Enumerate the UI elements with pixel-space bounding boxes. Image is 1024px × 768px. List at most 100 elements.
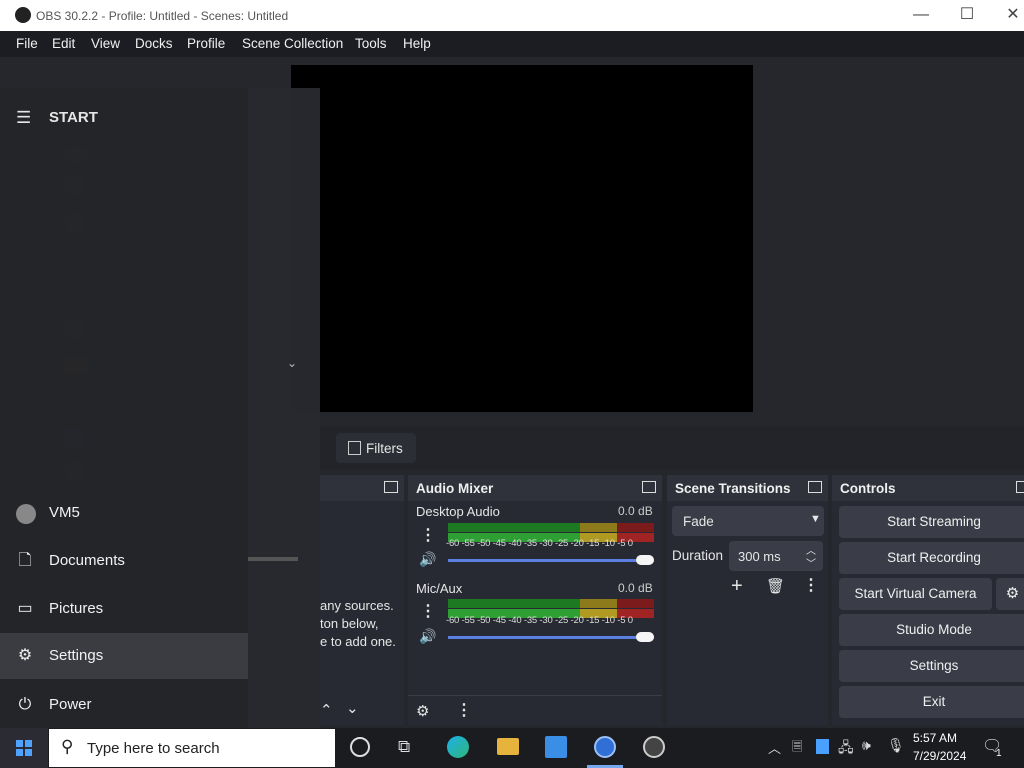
start-streaming-button[interactable]: Start Streaming bbox=[839, 506, 1024, 538]
chevron-down-icon: ▼ bbox=[810, 513, 821, 525]
sources-hint-3: e to add one. bbox=[320, 634, 396, 649]
start-menu-nav: ☰ START VM5 🗋 Documents ▭ Pictures ⚙ Set… bbox=[0, 88, 248, 728]
mixer-menu-icon[interactable]: ⋮ bbox=[456, 700, 472, 720]
clock-time[interactable]: 5:57 AM bbox=[913, 731, 957, 745]
store-icon[interactable] bbox=[545, 736, 567, 758]
speaker-icon[interactable]: 🔊 bbox=[419, 628, 436, 645]
obs-logo-icon bbox=[15, 7, 31, 23]
channel-name: Desktop Audio bbox=[416, 504, 500, 519]
obs-taskbar-icon[interactable] bbox=[643, 736, 665, 758]
menu-help[interactable]: Help bbox=[403, 36, 431, 51]
start-user[interactable]: VM5 bbox=[0, 490, 248, 536]
minimize-button[interactable]: — bbox=[898, 4, 944, 26]
channel-level: 0.0 dB bbox=[618, 504, 653, 518]
edge-icon[interactable] bbox=[447, 736, 469, 758]
show-hidden-icons-chevron-icon[interactable]: ︿ bbox=[768, 738, 781, 757]
move-down-icon[interactable]: ⌄ bbox=[346, 699, 359, 717]
virtual-camera-settings-gear-icon[interactable]: ⚙ bbox=[996, 578, 1024, 610]
microphone-icon[interactable]: 🎙 bbox=[887, 737, 905, 754]
menu-view[interactable]: View bbox=[91, 36, 120, 51]
meter-bar bbox=[448, 523, 654, 532]
power-icon: ⏻ bbox=[18, 696, 32, 713]
task-view-icon[interactable]: ⧉ bbox=[398, 737, 410, 757]
start-virtual-camera-button[interactable]: Start Virtual Camera bbox=[839, 578, 992, 610]
transition-menu-icon[interactable]: ⋮ bbox=[803, 575, 819, 595]
settings-button[interactable]: Settings bbox=[839, 650, 1024, 682]
volume-slider-knob[interactable] bbox=[636, 555, 654, 565]
cortana-icon[interactable] bbox=[350, 737, 370, 757]
undock-icon[interactable] bbox=[1016, 481, 1024, 493]
menu-profile[interactable]: Profile bbox=[187, 36, 225, 51]
file-explorer-icon[interactable] bbox=[497, 738, 519, 755]
advanced-audio-gear-icon[interactable]: ⚙ bbox=[416, 702, 429, 720]
chrome-icon[interactable] bbox=[594, 736, 616, 758]
duration-value: 300 ms bbox=[738, 549, 781, 564]
menu-file[interactable]: File bbox=[16, 36, 38, 51]
menu-docks[interactable]: Docks bbox=[135, 36, 173, 51]
divider bbox=[408, 695, 662, 696]
start-item-label: Documents bbox=[49, 552, 125, 569]
scrollbar[interactable] bbox=[248, 557, 298, 561]
network-icon[interactable]: 🖧 bbox=[838, 737, 854, 761]
filters-icon bbox=[348, 441, 361, 455]
menu-scene-collection[interactable]: Scene Collection bbox=[242, 36, 343, 51]
transition-select[interactable]: Fade ▼ bbox=[672, 506, 824, 536]
volume-slider[interactable] bbox=[448, 636, 654, 639]
exit-button[interactable]: Exit bbox=[839, 686, 1024, 718]
start-recording-button[interactable]: Start Recording bbox=[839, 542, 1024, 574]
volume-slider-knob[interactable] bbox=[636, 632, 654, 642]
filters-button[interactable]: Filters bbox=[336, 433, 416, 463]
audio-mixer-title: Audio Mixer bbox=[416, 481, 494, 496]
source-toolbar bbox=[320, 426, 1024, 470]
channel-name: Mic/Aux bbox=[416, 581, 463, 596]
search-icon: ⚲ bbox=[61, 737, 74, 756]
studio-mode-button[interactable]: Studio Mode bbox=[839, 614, 1024, 646]
menu-bar: File Edit View Docks Profile Scene Colle… bbox=[0, 31, 1024, 57]
volume-slider[interactable] bbox=[448, 559, 654, 562]
close-button[interactable]: ✕ bbox=[990, 4, 1024, 26]
sources-dock-header bbox=[320, 475, 404, 501]
expand-chevron-icon[interactable]: ⌄ bbox=[287, 356, 297, 370]
document-icon: 🗋 bbox=[18, 552, 32, 569]
start-item-settings[interactable]: ⚙ Settings bbox=[0, 633, 248, 679]
speaker-icon[interactable]: 🔊 bbox=[419, 551, 436, 568]
start-item-label: Pictures bbox=[49, 600, 104, 617]
menu-edit[interactable]: Edit bbox=[52, 36, 75, 51]
duration-input[interactable]: 300 ms ︿ ﹀ bbox=[729, 541, 823, 571]
undock-icon[interactable] bbox=[642, 481, 656, 493]
remove-transition-icon[interactable]: 🗑 bbox=[766, 577, 785, 595]
tray-app-icon[interactable]: 🗏 bbox=[792, 738, 802, 760]
meter-scale: -60 -55 -50 -45 -40 -35 -30 -25 -20 -15 … bbox=[446, 538, 633, 549]
add-transition-icon[interactable]: + bbox=[731, 575, 743, 598]
filters-label: Filters bbox=[366, 441, 403, 456]
sources-dock: any sources. ton below, e to add one. ⌃ … bbox=[320, 475, 404, 726]
start-item-power[interactable]: ⏻ Power bbox=[0, 682, 248, 728]
start-item-pictures[interactable]: ▭ Pictures bbox=[0, 586, 248, 632]
undock-icon[interactable] bbox=[384, 481, 398, 493]
undock-icon[interactable] bbox=[808, 481, 822, 493]
menu-tools[interactable]: Tools bbox=[355, 36, 387, 51]
hamburger-icon[interactable]: ☰ bbox=[16, 108, 31, 128]
clock-date[interactable]: 7/29/2024 bbox=[913, 749, 966, 763]
user-avatar-icon bbox=[16, 504, 36, 524]
channel-menu-icon[interactable]: ⋮ bbox=[420, 525, 436, 545]
spin-down-icon[interactable]: ﹀ bbox=[806, 555, 816, 570]
sources-hint-1: any sources. bbox=[320, 598, 394, 613]
channel-level: 0.0 dB bbox=[618, 581, 653, 595]
maximize-button[interactable]: ☐ bbox=[944, 4, 990, 26]
meter-bar bbox=[448, 599, 654, 608]
title-bar: OBS 30.2.2 - Profile: Untitled - Scenes:… bbox=[0, 0, 1024, 31]
move-up-icon[interactable]: ⌃ bbox=[320, 701, 333, 719]
start-button[interactable] bbox=[0, 728, 48, 768]
preview-canvas[interactable] bbox=[291, 65, 753, 412]
gear-icon: ⚙ bbox=[17, 647, 33, 664]
start-item-documents[interactable]: 🗋 Documents bbox=[0, 538, 248, 584]
window-title: OBS 30.2.2 - Profile: Untitled - Scenes:… bbox=[36, 9, 289, 23]
start-item-label: Power bbox=[49, 696, 92, 713]
taskbar-search-box[interactable]: ⚲ Type here to search bbox=[49, 729, 335, 767]
channel-menu-icon[interactable]: ⋮ bbox=[420, 601, 436, 621]
volume-icon[interactable]: 🕪 bbox=[862, 737, 871, 754]
scene-transitions-title: Scene Transitions bbox=[675, 481, 791, 496]
tray-app-icon[interactable] bbox=[816, 739, 829, 754]
meter-scale: -60 -55 -50 -45 -40 -35 -30 -25 -20 -15 … bbox=[446, 615, 633, 626]
